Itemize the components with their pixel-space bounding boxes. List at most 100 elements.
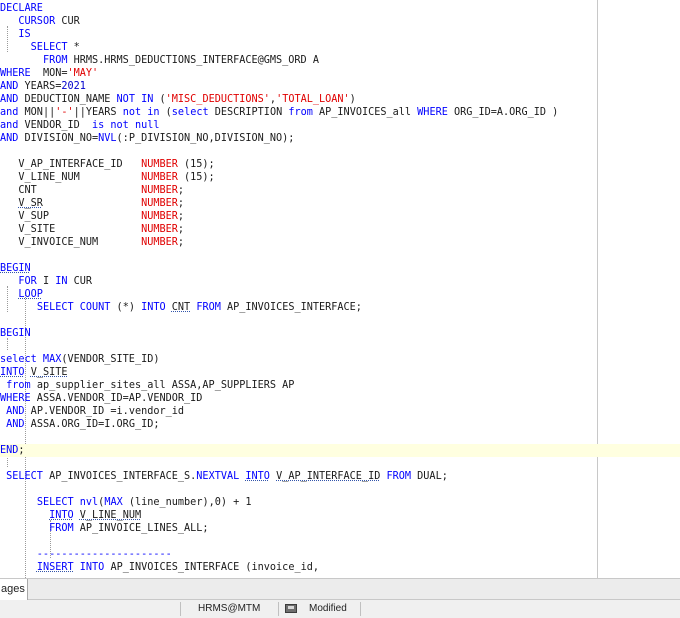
sql-code-editor[interactable]: DECLARE CURSOR CUR IS SELECT * FROM HRMS… (0, 0, 680, 578)
tab-label: ages (1, 583, 25, 595)
code-line: CNT NUMBER; (0, 184, 680, 197)
code-token: NEXTVAL (196, 471, 240, 482)
tab-pages[interactable]: ages (0, 579, 28, 600)
code-token: INTO (0, 367, 25, 378)
code-line: V_SUP NUMBER; (0, 210, 680, 223)
code-token: DESCRIPTION (208, 107, 289, 118)
code-token: NUMBER (141, 172, 178, 183)
code-token: ---------------------- (0, 549, 172, 560)
code-token: AND (6, 406, 25, 417)
code-token: V_SITE (30, 367, 68, 378)
code-line: FROM HRMS.HRMS_DEDUCTIONS_INTERFACE@GMS_… (0, 54, 680, 67)
code-line: LOOP (0, 288, 680, 301)
code-token: nvl (79, 497, 99, 508)
code-token: DUAL; (411, 471, 448, 482)
code-token: IN (55, 276, 68, 287)
code-token: AND (0, 133, 19, 144)
code-token: (VENDOR_SITE_ID) (61, 354, 160, 365)
code-line: FOR I IN CUR (0, 275, 680, 288)
code-token: AP_INVOICES_INTERFACE (invoice_id, (104, 562, 319, 573)
code-line: V_INVOICE_NUM NUMBER; (0, 236, 680, 249)
code-line: AND AP.VENDOR_ID =i.vendor_id (0, 405, 680, 418)
code-line: DECLARE (0, 2, 680, 15)
code-token: DECLARE (0, 3, 43, 14)
code-token: NUMBER (141, 224, 178, 235)
code-token: INTO (79, 562, 105, 573)
code-line: AND ASSA.ORG_ID=I.ORG_ID; (0, 418, 680, 431)
code-token: AP_INVOICES_INTERFACE; (220, 302, 362, 313)
code-line: END; (0, 444, 680, 457)
code-token: CUR (55, 16, 80, 27)
code-token: ORG_ID=A.ORG_ID ) (447, 107, 559, 118)
code-line: AND DEDUCTION_NAME NOT IN ('MISC_DEDUCTI… (0, 93, 680, 106)
code-token: from (6, 380, 31, 391)
code-line: and VENDOR_ID is not null (0, 119, 680, 132)
status-separator (180, 602, 181, 616)
code-line: SELECT nvl(MAX (line_number),0) + 1 (0, 496, 680, 509)
code-token: ; (177, 185, 185, 196)
code-token: SELECT COUNT (36, 302, 111, 313)
code-token: FROM (42, 55, 68, 66)
code-token: AND (0, 94, 19, 105)
code-token: INTO (49, 510, 74, 521)
connection-status: HRMS@MTM (198, 603, 261, 614)
disk-icon (285, 604, 297, 613)
code-token: V_AP_INTERFACE_ID (0, 159, 142, 170)
code-token: NVL (98, 133, 117, 144)
code-token: ; (177, 198, 185, 209)
code-token: NUMBER (141, 237, 178, 248)
code-token: AP_INVOICES_all (312, 107, 418, 118)
code-token: AND (6, 419, 25, 430)
code-token: from (288, 107, 313, 118)
code-token: INSERT (36, 562, 74, 573)
code-token: (15); (177, 172, 215, 183)
code-token: V_SR (18, 198, 43, 209)
code-token: 'MISC_DEDUCTIONS' (165, 94, 270, 105)
code-line: INTO V_SITE (0, 366, 680, 379)
code-line: and MON||'-'||YEARS not in (select DESCR… (0, 106, 680, 119)
code-token: V_LINE_NUM (79, 510, 142, 521)
code-token: WHERE (0, 393, 31, 404)
code-token: ; (177, 224, 185, 235)
code-token: ASSA.ORG_ID=I.ORG_ID; (24, 419, 160, 430)
code-token: IS (18, 29, 31, 40)
code-token: DIVISION_NO= (18, 133, 99, 144)
code-token: CURSOR (18, 16, 56, 27)
code-token: CUR (67, 276, 93, 287)
code-token: ASSA.VENDOR_ID=AP.VENDOR_ID (30, 393, 203, 404)
code-token: AP_INVOICE_LINES_ALL; (73, 523, 209, 534)
code-token: NUMBER (141, 159, 178, 170)
code-token: select (171, 107, 209, 118)
code-token: NOT IN (116, 94, 154, 105)
code-token: WHERE (417, 107, 448, 118)
status-bar: HRMS@MTM Modified (0, 600, 680, 618)
code-token: ( (159, 107, 172, 118)
code-token: '-' (55, 107, 74, 118)
code-token: (*) (110, 302, 142, 313)
code-token: INTO (245, 471, 270, 482)
code-line: CURSOR CUR (0, 15, 680, 28)
code-token: NUMBER (141, 198, 178, 209)
status-separator (278, 602, 279, 616)
code-token: V_SITE (0, 224, 142, 235)
code-token: YEARS= (18, 81, 62, 92)
code-line: SELECT COUNT (*) INTO CNT FROM AP_INVOIC… (0, 301, 680, 314)
code-token: is not null (92, 120, 160, 131)
code-token: END (0, 445, 19, 456)
code-token: (line_number),0) + 1 (122, 497, 252, 508)
code-token: MON|| (18, 107, 56, 118)
code-token: 'TOTAL_LOAN' (276, 94, 350, 105)
code-line: V_AP_INTERFACE_ID NUMBER (15); (0, 158, 680, 171)
code-token: ) (349, 94, 356, 105)
code-token: INTO (141, 302, 166, 313)
code-token: MAX (104, 497, 123, 508)
